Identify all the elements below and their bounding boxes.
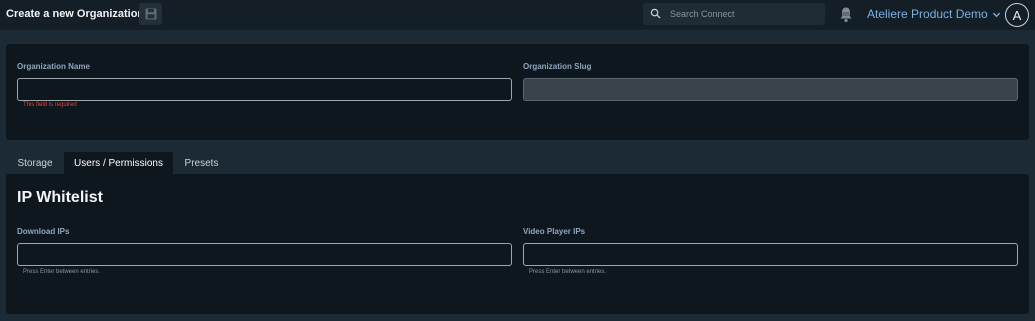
top-bar: Create a new Organization Ateliere Produ… [0,0,1035,30]
video-player-ips-label: Video Player IPs [523,227,586,236]
org-name-label: Organization Name [17,62,90,71]
video-player-ips-hint: Press Enter between entries. [529,269,607,275]
org-name-input[interactable] [17,78,512,101]
search-icon [650,8,661,19]
download-ips-hint: Press Enter between entries. [23,269,101,275]
bell-icon[interactable] [838,6,854,23]
avatar[interactable]: A [1005,3,1029,27]
video-player-ips-input[interactable] [523,243,1018,266]
tab-storage[interactable]: Storage [6,152,64,174]
section-heading: IP Whitelist [17,189,103,206]
search-input[interactable] [667,3,817,25]
download-ips-label: Download IPs [17,227,70,236]
tab-users-permissions[interactable]: Users / Permissions [64,152,173,174]
org-slug-input [523,78,1018,101]
org-slug-label: Organization Slug [523,62,592,71]
tab-presets[interactable]: Presets [173,152,230,174]
search-box[interactable] [643,3,825,25]
page-title: Create a new Organization [6,8,145,20]
org-name: Ateliere Product Demo [867,7,988,21]
org-name-error: This field is required [23,102,77,108]
floppy-disk-icon [145,8,156,20]
org-switcher[interactable]: Ateliere Product Demo [867,6,1001,22]
save-button[interactable] [139,3,162,25]
download-ips-input[interactable] [17,243,512,266]
chevron-down-icon [992,12,1000,17]
